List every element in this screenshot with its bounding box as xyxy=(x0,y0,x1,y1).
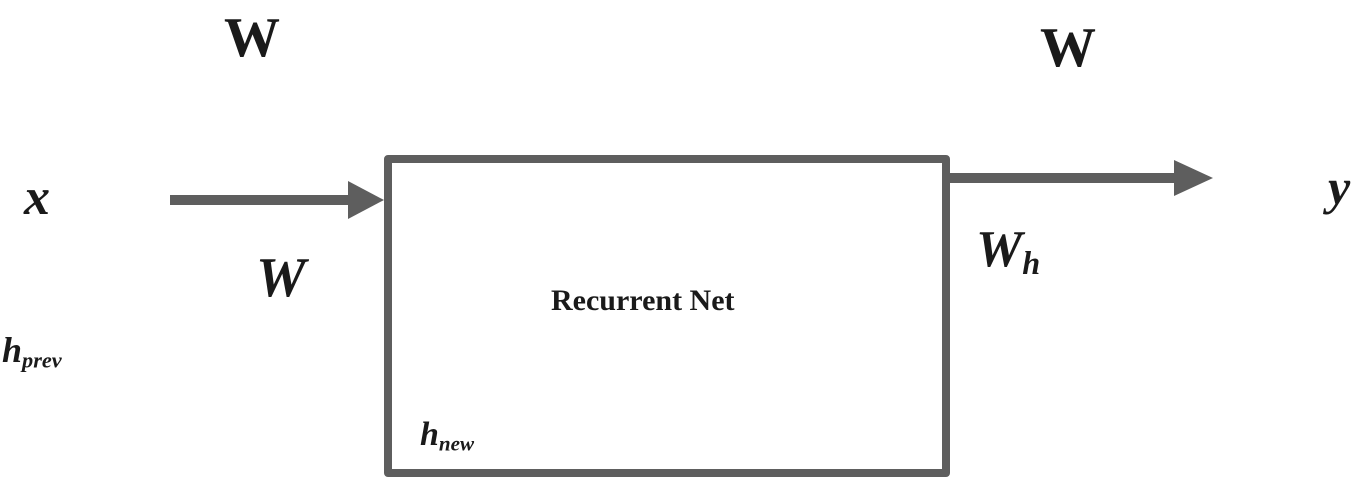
output-y-label: y xyxy=(1328,159,1351,215)
h-prev-base: h xyxy=(2,330,23,370)
h-prev-subscript: prev xyxy=(22,347,62,373)
h-new-subscript: new xyxy=(438,431,475,456)
output-weight-label: Wh xyxy=(976,221,1040,280)
recurrent-net-label: Recurrent Net xyxy=(551,284,735,317)
output-arrow xyxy=(938,160,1213,196)
output-weight-base: W xyxy=(976,221,1023,278)
input-weight-label: W xyxy=(256,247,306,309)
output-arrow-head xyxy=(1174,160,1213,196)
output-weight-subscript: h xyxy=(1022,245,1041,282)
h-new-label: hnew xyxy=(420,416,475,456)
top-left-weight-label: W xyxy=(224,7,280,69)
h-new-base: h xyxy=(420,416,439,453)
input-arrow xyxy=(170,181,384,219)
h-prev-label: hprev xyxy=(2,330,62,371)
top-right-weight-label: W xyxy=(1040,17,1096,79)
input-x-label: x xyxy=(24,169,50,226)
input-arrow-head xyxy=(348,181,384,219)
recurrent-net-diagram: Recurrent Net W W x y W Wh hprev hnew xyxy=(0,0,1359,477)
